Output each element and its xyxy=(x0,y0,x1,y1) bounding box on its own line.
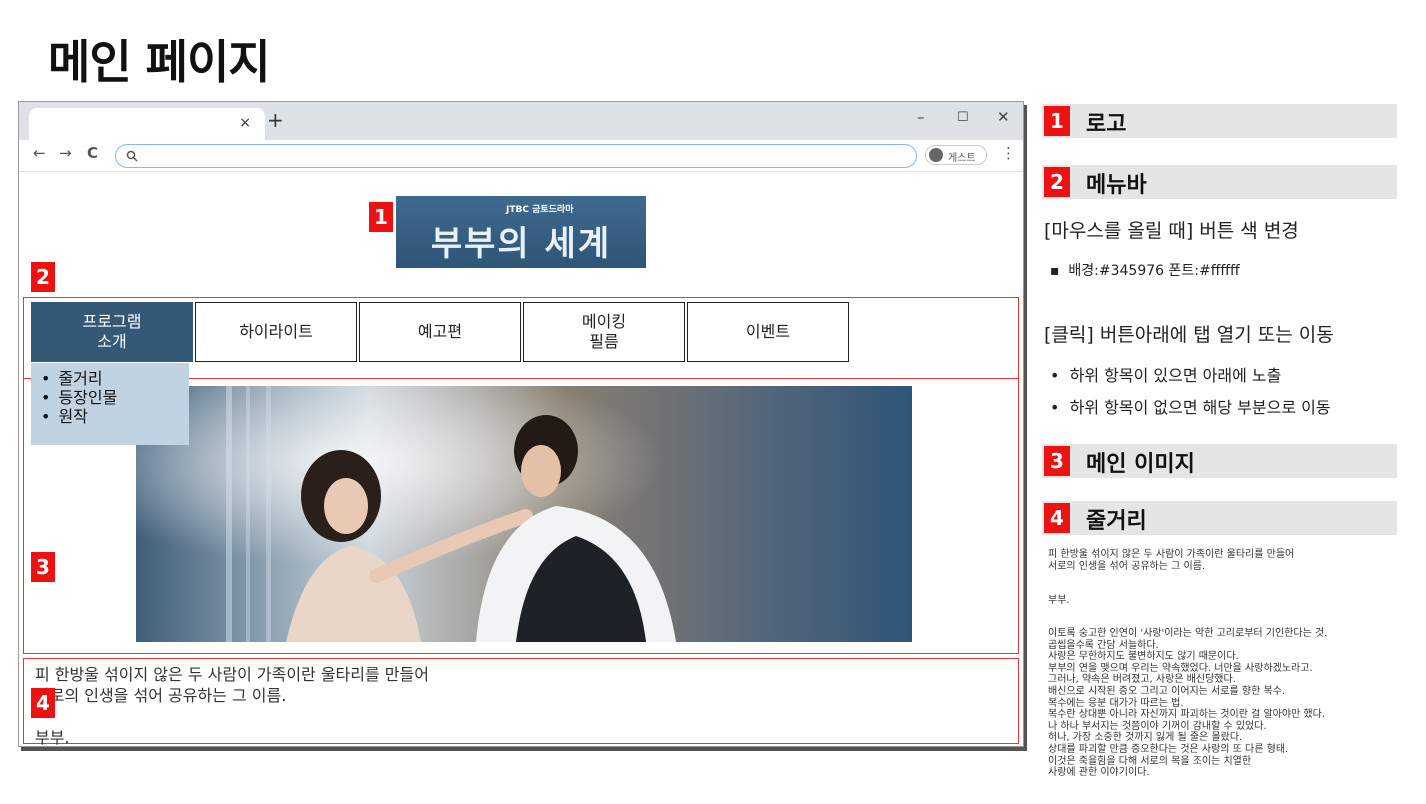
annotation-hover-detail: ▪ 배경:#345976 폰트:#ffffff xyxy=(1050,263,1240,279)
annotation-click-item: • 하위 항목이 없으면 해당 부분으로 이동 xyxy=(1050,398,1331,417)
menu-making-film[interactable]: 메이킹 필름 xyxy=(523,302,685,362)
window-close-icon[interactable]: ✕ xyxy=(997,108,1010,126)
annotation-click-heading: [클릭] 버튼아래에 탭 열기 또는 이동 xyxy=(1044,324,1334,346)
logo-title: 부부의 세계 xyxy=(430,224,612,264)
menu-label: 이벤트 xyxy=(745,322,791,341)
profile-label: 게스트 xyxy=(948,153,976,164)
annotation-hover-detail-text: 배경:#345976 폰트:#ffffff xyxy=(1068,263,1240,279)
synopsis-line: 서로의 인생을 섞어 공유하는 그 이름. xyxy=(35,686,287,705)
synopsis-line: 부부. xyxy=(35,728,70,747)
address-bar[interactable] xyxy=(115,144,917,168)
annotation-synopsis-header: 4 줄거리 xyxy=(1042,501,1397,535)
menu-event[interactable]: 이벤트 xyxy=(687,302,849,362)
annotation-click-item-text: 하위 항목이 있으면 아래에 노출 xyxy=(1069,366,1282,385)
annotation-number: 4 xyxy=(1044,503,1070,533)
submenu-item-original[interactable]: 원작 xyxy=(41,407,189,426)
submenu-item-synopsis[interactable]: 줄거리 xyxy=(41,369,189,388)
hero-illustration xyxy=(136,386,912,642)
annotation-title: 로고 xyxy=(1086,112,1127,137)
minimize-icon[interactable]: – xyxy=(917,108,925,126)
hero-image xyxy=(136,386,912,642)
more-menu-icon[interactable]: ⋮ xyxy=(1001,144,1016,162)
marker-4: 4 xyxy=(31,688,55,718)
annotation-title: 줄거리 xyxy=(1086,509,1147,534)
annotation-number: 1 xyxy=(1044,106,1070,136)
profile-button[interactable]: 게스트 xyxy=(925,145,987,165)
annotation-synopsis-paragraph: 피 한방울 섞이지 않은 두 사람이 가족이란 울타리를 만들어 서로의 인생을… xyxy=(1048,549,1295,572)
menu-program-intro[interactable]: 프로그램 소개 xyxy=(31,302,193,362)
browser-tab[interactable]: × xyxy=(29,108,265,140)
tab-close-icon[interactable]: × xyxy=(239,115,251,131)
back-icon[interactable]: ← xyxy=(33,144,46,162)
new-tab-icon[interactable]: + xyxy=(267,110,284,130)
submenu-item-characters[interactable]: 등장인물 xyxy=(41,388,189,407)
submenu-dropdown: 줄거리 등장인물 원작 xyxy=(31,363,189,445)
annotation-click-item-text: 하위 항목이 없으면 해당 부분으로 이동 xyxy=(1069,398,1331,417)
menu-label: 메이킹 필름 xyxy=(581,312,627,351)
logo-subtitle: JTBC 금토드라마 xyxy=(506,205,574,215)
annotation-click-item: • 하위 항목이 있으면 아래에 노출 xyxy=(1050,366,1282,385)
marker-3: 3 xyxy=(31,552,55,582)
menu-preview[interactable]: 예고편 xyxy=(359,302,521,362)
annotation-title: 메인 이미지 xyxy=(1086,452,1195,477)
tab-strip: × + – ☐ ✕ xyxy=(19,102,1023,140)
menu-label: 하이라이트 xyxy=(239,322,313,341)
marker-1: 1 xyxy=(369,202,393,232)
browser-toolbar: ← → C 게스트 ⋮ xyxy=(19,140,1023,172)
annotation-main-image-header: 3 메인 이미지 xyxy=(1042,444,1397,478)
synopsis-line: 피 한방울 섞이지 않은 두 사람이 가족이란 울타리를 만들어 xyxy=(35,665,429,684)
maximize-icon[interactable]: ☐ xyxy=(957,110,969,125)
site-logo[interactable]: JTBC 금토드라마 부부의 세계 xyxy=(396,196,646,268)
annotation-logo-header: 1 로고 xyxy=(1042,104,1397,138)
annotation-title: 메뉴바 xyxy=(1086,173,1147,198)
marker-2: 2 xyxy=(31,262,55,292)
menu-label: 예고편 xyxy=(417,322,463,341)
annotation-number: 2 xyxy=(1044,167,1070,197)
forward-icon[interactable]: → xyxy=(59,144,72,162)
annotation-synopsis-paragraph: 이토록 숭고한 인연이 '사랑'이라는 악한 고리로부터 기인한다는 것. 곱씹… xyxy=(1048,628,1328,779)
page-title: 메인 페이지 xyxy=(48,35,271,89)
search-icon xyxy=(126,150,138,162)
menu-label: 프로그램 소개 xyxy=(82,312,142,351)
annotation-menubar-header: 2 메뉴바 xyxy=(1042,165,1397,199)
menu-highlight[interactable]: 하이라이트 xyxy=(195,302,357,362)
annotation-hover-heading: [마우스를 올릴 때] 버튼 색 변경 xyxy=(1044,220,1299,242)
synopsis-text: 피 한방울 섞이지 않은 두 사람이 가족이란 울타리를 만들어 서로의 인생을… xyxy=(35,664,975,748)
browser-window: × + – ☐ ✕ ← → C 게스트 ⋮ JTBC 금토드라마 부부의 세계 … xyxy=(18,101,1024,747)
reload-icon[interactable]: C xyxy=(87,144,98,162)
annotation-synopsis-paragraph: 부부. xyxy=(1048,595,1070,606)
avatar-icon xyxy=(929,148,943,162)
annotation-number: 3 xyxy=(1044,446,1070,476)
